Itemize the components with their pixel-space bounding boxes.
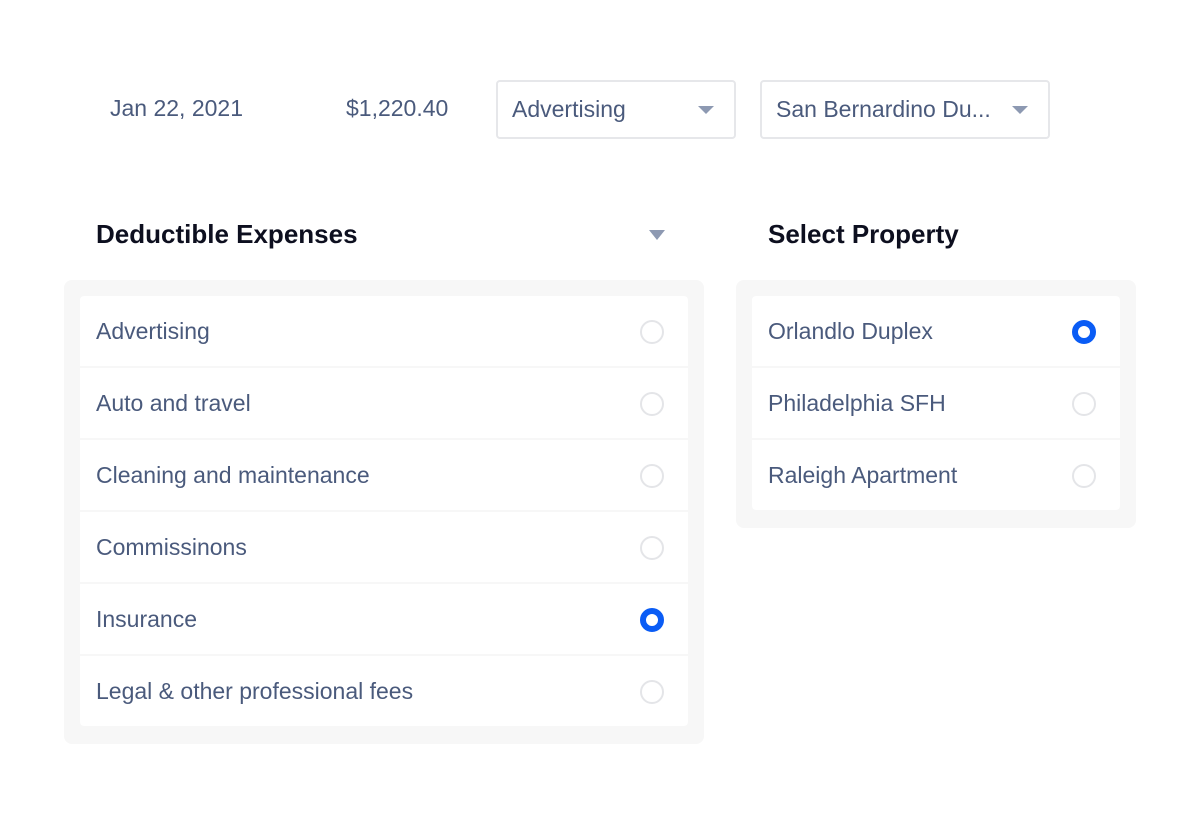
select-property-heading: Select Property bbox=[768, 219, 959, 249]
property-dropdown-value: San Bernardino Du... bbox=[776, 96, 991, 122]
radio-button-selected[interactable] bbox=[1072, 320, 1096, 344]
property-option-orlando-duplex[interactable]: Orlandlo Duplex bbox=[752, 296, 1120, 366]
radio-button[interactable] bbox=[640, 680, 664, 704]
expense-option-advertising[interactable]: Advertising bbox=[80, 296, 688, 366]
expense-option-auto-and-travel[interactable]: Auto and travel bbox=[80, 366, 688, 438]
transaction-date: Jan 22, 2021 bbox=[110, 95, 244, 121]
property-list: Orlandlo Duplex Philadelphia SFH Raleigh… bbox=[752, 296, 1120, 510]
option-label: Advertising bbox=[96, 317, 210, 344]
expense-list: Advertising Auto and travel Cleaning and… bbox=[80, 296, 688, 726]
radio-button[interactable] bbox=[640, 536, 664, 560]
radio-button[interactable] bbox=[640, 392, 664, 416]
option-label: Orlandlo Duplex bbox=[768, 317, 933, 344]
radio-button[interactable] bbox=[640, 464, 664, 488]
option-label: Commissinons bbox=[96, 533, 247, 560]
select-property-panel: Orlandlo Duplex Philadelphia SFH Raleigh… bbox=[736, 280, 1136, 528]
option-label: Cleaning and maintenance bbox=[96, 461, 370, 488]
property-dropdown[interactable]: San Bernardino Du... bbox=[760, 80, 1050, 139]
option-label: Raleigh Apartment bbox=[768, 461, 958, 488]
category-dropdown[interactable]: Advertising bbox=[496, 80, 736, 139]
property-option-raleigh-apartment[interactable]: Raleigh Apartment bbox=[752, 438, 1120, 510]
expense-option-legal-professional-fees[interactable]: Legal & other professional fees bbox=[80, 654, 688, 726]
option-label: Philadelphia SFH bbox=[768, 389, 946, 416]
category-dropdown-value: Advertising bbox=[512, 96, 626, 122]
expense-categorization-page: Jan 22, 2021 $1,220.40 Advertising San B… bbox=[0, 0, 1200, 840]
radio-button[interactable] bbox=[1072, 392, 1096, 416]
property-option-philadelphia-sfh[interactable]: Philadelphia SFH bbox=[752, 366, 1120, 438]
option-label: Legal & other professional fees bbox=[96, 677, 414, 704]
transaction-amount: $1,220.40 bbox=[346, 95, 449, 121]
option-label: Insurance bbox=[96, 605, 198, 632]
collapse-caret-down-icon[interactable] bbox=[649, 230, 665, 240]
deductible-expenses-panel: Advertising Auto and travel Cleaning and… bbox=[64, 280, 704, 744]
radio-button[interactable] bbox=[640, 320, 664, 344]
caret-down-icon bbox=[698, 105, 714, 114]
radio-button[interactable] bbox=[1072, 464, 1096, 488]
option-label: Auto and travel bbox=[96, 389, 251, 416]
expense-option-insurance[interactable]: Insurance bbox=[80, 582, 688, 654]
expense-option-cleaning-and-maintenance[interactable]: Cleaning and maintenance bbox=[80, 438, 688, 510]
caret-down-icon bbox=[1012, 105, 1028, 114]
radio-button-selected[interactable] bbox=[640, 608, 664, 632]
deductible-expenses-heading: Deductible Expenses bbox=[96, 219, 358, 249]
expense-option-commissions[interactable]: Commissinons bbox=[80, 510, 688, 582]
